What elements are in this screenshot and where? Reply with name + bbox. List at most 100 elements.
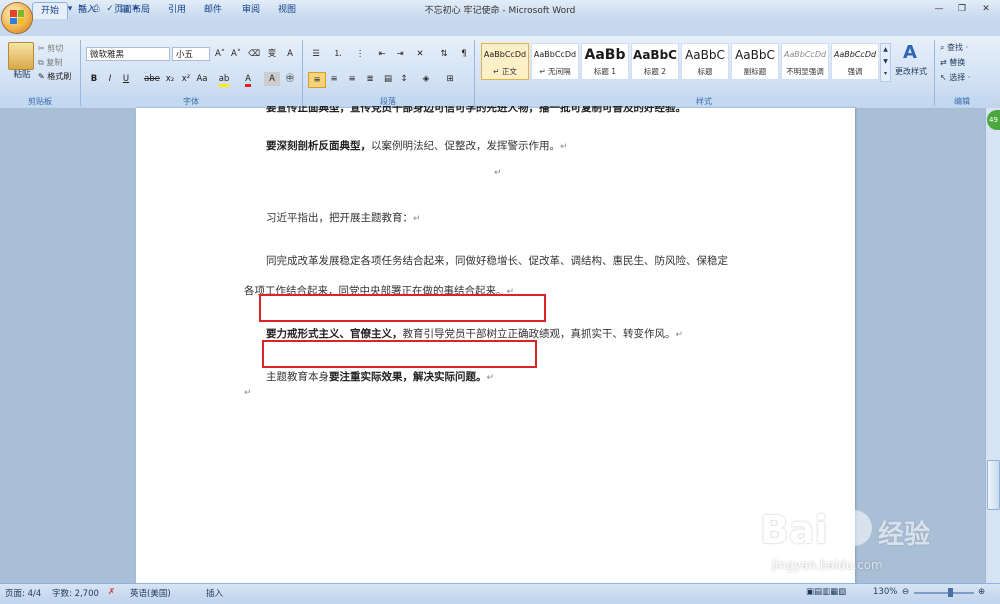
side-badge[interactable]: 49: [987, 110, 1000, 130]
office-button[interactable]: [2, 3, 32, 33]
shrink-font-icon[interactable]: A˅: [228, 47, 244, 61]
style-name: 不明显强调: [786, 67, 824, 76]
subscript-icon[interactable]: x₂: [162, 72, 178, 86]
format-painter-button[interactable]: ✎ 格式刷: [38, 71, 71, 82]
close-button[interactable]: ✕: [975, 2, 997, 16]
sort-icon[interactable]: ⇅: [436, 47, 452, 61]
show-marks-icon[interactable]: ¶: [456, 47, 472, 61]
clear-format-icon[interactable]: ⌫: [246, 47, 262, 61]
cut-button[interactable]: ✂ 剪切: [38, 43, 63, 54]
italic-icon[interactable]: I: [102, 72, 118, 86]
zoom-slider-thumb[interactable]: [948, 588, 953, 597]
paragraph-mark: ↵: [675, 330, 684, 340]
bullets-icon[interactable]: ☰: [308, 47, 324, 61]
style-emphasis[interactable]: AaBbCcDd 强调: [831, 43, 879, 80]
bold-icon[interactable]: B: [86, 72, 102, 86]
distributed-icon[interactable]: ▤: [380, 72, 396, 86]
decrease-indent-icon[interactable]: ⇤: [374, 47, 390, 61]
word-count[interactable]: 字数: 2,700: [52, 587, 99, 599]
highlight-icon[interactable]: ab: [216, 72, 232, 87]
paragraph-line: 要深刻剖析反面典型，以案例明法纪、促整改，发挥警示作用。↵: [266, 138, 568, 153]
char-border-icon[interactable]: A: [282, 47, 298, 61]
superscript-icon[interactable]: x²: [178, 72, 194, 86]
justify-icon[interactable]: ≣: [362, 72, 378, 86]
document-page[interactable]: 要宣传正面典型，宣传党员干部身边可信可学的先进人物，播一批可复制可普及的好经验。…: [136, 106, 855, 583]
zoom-out-icon[interactable]: ⊖: [902, 587, 909, 597]
borders-icon[interactable]: ⊞: [442, 72, 458, 86]
tab-home[interactable]: 开始: [32, 2, 69, 19]
highlight-box: [259, 294, 546, 322]
paragraph-text: 教育引导党员干部树立正确政绩观，真抓实干、转变作风。: [402, 328, 676, 340]
tab-insert[interactable]: 插入: [70, 2, 104, 18]
paragraph-line: 主题教育本身要注重实际效果，解决实际问题。↵: [266, 369, 494, 384]
font-name-select[interactable]: 微软雅黑: [86, 47, 170, 61]
increase-indent-icon[interactable]: ⇥: [392, 47, 408, 61]
paragraph-text: 习近平指出，把开展主题教育：: [266, 212, 413, 224]
style-no-spacing[interactable]: AaBbCcDd ↵ 无间隔: [531, 43, 579, 80]
style-name: 强调: [847, 67, 863, 76]
tab-references[interactable]: 引用: [160, 2, 194, 18]
minimize-button[interactable]: —: [928, 2, 950, 16]
paragraph-mark: ↵: [244, 388, 252, 398]
tab-view[interactable]: 视图: [270, 2, 304, 18]
paragraph-mark: ↵: [413, 214, 421, 224]
align-left-icon[interactable]: ≡: [308, 72, 326, 88]
select-button[interactable]: ↖ 选择 ·: [940, 72, 970, 83]
scissors-icon: ✂: [38, 44, 45, 53]
grow-font-icon[interactable]: A˄: [212, 47, 228, 61]
zoom-level[interactable]: 130%: [873, 587, 897, 597]
find-button[interactable]: ⌕ 查找 ·: [940, 42, 968, 53]
copy-button[interactable]: ⧉ 复制: [38, 57, 62, 68]
font-size-select[interactable]: 小五: [172, 47, 210, 61]
paragraph-mark: ↵: [560, 142, 568, 152]
style-normal[interactable]: AaBbCcDd ↵ 正文: [481, 43, 529, 80]
paragraph-line: 习近平指出，把开展主题教育：↵: [266, 210, 421, 225]
vertical-scrollbar[interactable]: [985, 108, 1000, 583]
styles-scroll-icon[interactable]: ▲ ▼ ▾: [880, 43, 891, 82]
change-styles-icon[interactable]: A: [898, 42, 922, 64]
separator: [934, 40, 935, 106]
char-shading-icon[interactable]: A: [264, 72, 280, 86]
tab-mailings[interactable]: 邮件: [196, 2, 230, 18]
style-name: 标题 2: [643, 67, 667, 76]
align-right-icon[interactable]: ≡: [344, 72, 360, 86]
view-buttons-icon[interactable]: ▣▤▥▦▧: [806, 587, 846, 597]
style-subtitle[interactable]: AaBbC 副标题: [731, 43, 779, 80]
style-heading-1[interactable]: AaBb 标题 1: [581, 43, 629, 80]
clipboard-paste-icon[interactable]: [8, 42, 34, 70]
font-color-icon[interactable]: A: [240, 72, 256, 87]
enclose-char-icon[interactable]: ㊥: [282, 72, 298, 86]
find-label: 查找 ·: [947, 43, 969, 52]
binoculars-icon: ⌕: [940, 43, 945, 52]
align-center-icon[interactable]: ≡: [326, 72, 342, 86]
phonetic-guide-icon[interactable]: 变: [264, 47, 280, 61]
highlight-box: [262, 340, 537, 368]
replace-button[interactable]: ⇄ 替换: [940, 57, 965, 68]
bold-text: 要力戒形式主义、官僚主义，: [266, 328, 403, 340]
numbering-icon[interactable]: ⒈: [330, 47, 346, 61]
style-name: 标题: [697, 67, 713, 76]
scrollbar-thumb[interactable]: [987, 460, 1000, 510]
page-count[interactable]: 页面: 4/4: [5, 587, 41, 599]
insert-mode[interactable]: 插入: [206, 587, 223, 599]
change-case-icon[interactable]: Aa: [194, 72, 210, 86]
maximize-button[interactable]: ❐: [951, 2, 973, 16]
line-spacing-icon[interactable]: ↕: [396, 72, 412, 86]
underline-icon[interactable]: U: [118, 72, 134, 86]
style-heading-2[interactable]: AaBbC 标题 2: [631, 43, 679, 80]
zoom-in-icon[interactable]: ⊕: [978, 587, 985, 597]
paste-button[interactable]: 粘贴: [10, 68, 34, 80]
language-indicator[interactable]: 英语(美国): [130, 587, 171, 599]
multilevel-list-icon[interactable]: ⋮: [352, 47, 368, 61]
change-styles-button[interactable]: 更改样式: [891, 66, 931, 77]
proofing-icon[interactable]: ✗: [108, 587, 115, 597]
strikethrough-icon[interactable]: abe: [142, 72, 162, 86]
tab-review[interactable]: 审阅: [234, 2, 268, 18]
style-subtle-emphasis[interactable]: AaBbCcDd 不明显强调: [781, 43, 829, 80]
tab-page-layout[interactable]: 页面布局: [106, 2, 158, 18]
editing-group-label: 编辑: [936, 96, 988, 107]
chinese-layout-icon[interactable]: ✕: [412, 47, 428, 61]
style-title[interactable]: AaBbC 标题: [681, 43, 729, 80]
shading-icon[interactable]: ◈: [418, 72, 434, 86]
zoom-slider[interactable]: [914, 592, 974, 594]
